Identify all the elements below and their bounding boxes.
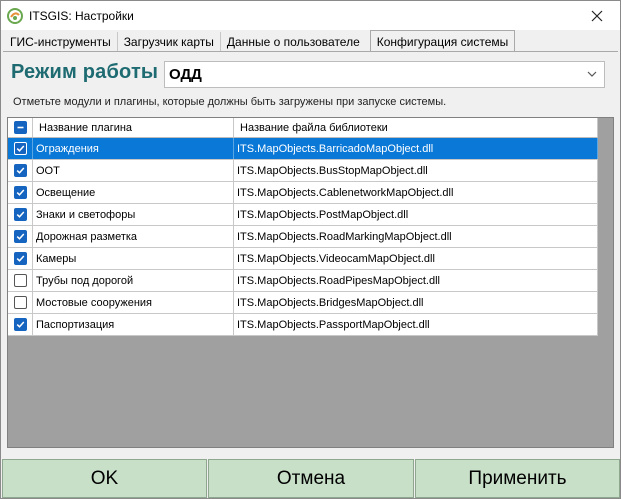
row-check-cell[interactable] (8, 226, 33, 247)
row-check-cell[interactable] (8, 314, 33, 335)
mode-value: ОДД (169, 66, 202, 83)
settings-window: ITSGIS: Настройки ГИС-инструменты Загруз… (0, 0, 621, 499)
table-row[interactable]: Мостовые сооружения ITS.MapObjects.Bridge… (8, 292, 598, 314)
library-name-cell[interactable]: ITS.MapObjects.BusStopMapObject.dll (234, 160, 598, 181)
plugin-name-cell[interactable]: Дорожная разметка (33, 226, 234, 247)
row-check-cell[interactable] (8, 248, 33, 269)
select-all-checkbox[interactable] (13, 121, 27, 134)
library-name-cell[interactable]: ITS.MapObjects.RoadPipesMapObject.dll (234, 270, 598, 291)
header-check-cell[interactable] (8, 118, 33, 137)
plugin-checkbox[interactable] (13, 318, 27, 331)
library-name-cell[interactable]: ITS.MapObjects.RoadMarkingMapObject.dll (234, 226, 598, 247)
plugins-grid: Название плагина Название файла библиоте… (7, 117, 614, 448)
checkmark-icon (16, 167, 24, 174)
table-row[interactable]: Ограждения ITS.MapObjects.BarricadoMapObj… (8, 138, 598, 160)
row-check-cell[interactable] (8, 182, 33, 203)
row-check-cell[interactable] (8, 270, 33, 291)
row-check-cell[interactable] (8, 160, 33, 181)
library-name-cell[interactable]: ITS.MapObjects.CablenetworkMapObject.dll (234, 182, 598, 203)
checkmark-icon (16, 145, 24, 152)
itsgis-logo-icon (7, 7, 23, 24)
library-name-cell[interactable]: ITS.MapObjects.BridgesMapObject.dll (234, 292, 598, 313)
cancel-button[interactable]: Отмена (208, 459, 414, 498)
plugin-checkbox[interactable] (13, 208, 27, 221)
plugin-name-cell[interactable]: ООТ (33, 160, 234, 181)
plugin-name-cell[interactable]: Знаки и светофоры (33, 204, 234, 225)
row-check-cell[interactable] (8, 204, 33, 225)
tab-system-config[interactable]: Конфигурация системы (369, 30, 516, 52)
column-header-library-name[interactable]: Название файла библиотеки (234, 118, 598, 137)
apply-button[interactable]: Применить (415, 459, 620, 498)
table-row[interactable]: ООТ ITS.MapObjects.BusStopMapObject.dll (8, 160, 598, 182)
hint-text: Отметьте модули и плагины, которые должн… (13, 96, 447, 108)
table-row[interactable]: Дорожная разметка ITS.MapObjects.RoadMark… (8, 226, 598, 248)
plugins-grid-body: Название плагина Название файла библиоте… (8, 118, 598, 336)
table-row[interactable]: Паспортизация ITS.MapObjects.PassportMapO… (8, 314, 598, 336)
grid-header-row: Название плагина Название файла библиоте… (8, 118, 598, 138)
plugin-name-cell[interactable]: Камеры (33, 248, 234, 269)
checkbox-mixed-icon (17, 126, 23, 129)
checkmark-icon (16, 321, 24, 328)
tab-map-loader[interactable]: Загрузчик карты (118, 32, 221, 52)
library-name-cell[interactable]: ITS.MapObjects.PostMapObject.dll (234, 204, 598, 225)
plugin-checkbox[interactable] (13, 274, 27, 287)
close-button[interactable] (574, 1, 620, 30)
plugin-checkbox[interactable] (13, 230, 27, 243)
plugin-checkbox[interactable] (13, 186, 27, 199)
row-check-cell[interactable] (8, 292, 33, 313)
chevron-down-icon (587, 71, 597, 77)
plugin-name-cell[interactable]: Ограждения (33, 138, 234, 159)
column-header-plugin-name[interactable]: Название плагина (33, 118, 234, 137)
table-row[interactable]: Трубы под дорогой ITS.MapObjects.RoadPipe… (8, 270, 598, 292)
close-icon (591, 10, 603, 21)
window-title: ITSGIS: Настройки (29, 8, 134, 23)
mode-select[interactable]: ОДД (164, 61, 605, 88)
plugin-name-cell[interactable]: Паспортизация (33, 314, 234, 335)
ok-button[interactable]: OK (2, 459, 207, 498)
tab-gis-tools[interactable]: ГИС-инструменты (4, 32, 118, 52)
plugin-checkbox[interactable] (13, 252, 27, 265)
checkmark-icon (16, 233, 24, 240)
tab-user-data[interactable]: Данные о пользователе (221, 32, 366, 52)
table-row[interactable]: Камеры ITS.MapObjects.VideocamMapObject.d… (8, 248, 598, 270)
plugin-name-cell[interactable]: Освещение (33, 182, 234, 203)
library-name-cell[interactable]: ITS.MapObjects.BarricadoMapObject.dll (234, 138, 598, 159)
table-row[interactable]: Знаки и светофоры ITS.MapObjects.PostMapO… (8, 204, 598, 226)
library-name-cell[interactable]: ITS.MapObjects.VideocamMapObject.dll (234, 248, 598, 269)
title-bar: ITSGIS: Настройки (1, 1, 620, 30)
plugin-checkbox[interactable] (13, 296, 27, 309)
checkmark-icon (16, 189, 24, 196)
plugin-name-cell[interactable]: Трубы под дорогой (33, 270, 234, 291)
plugin-checkbox[interactable] (13, 164, 27, 177)
tab-strip: ГИС-инструменты Загрузчик карты Данные о… (4, 30, 516, 52)
library-name-cell[interactable]: ITS.MapObjects.PassportMapObject.dll (234, 314, 598, 335)
mode-label: Режим работы (11, 61, 159, 83)
plugin-name-cell[interactable]: Мостовые сооружения (33, 292, 234, 313)
plugin-checkbox[interactable] (13, 142, 27, 155)
row-check-cell[interactable] (8, 138, 33, 159)
checkmark-icon (16, 255, 24, 262)
table-row[interactable]: Освещение ITS.MapObjects.CablenetworkMapO… (8, 182, 598, 204)
checkmark-icon (16, 211, 24, 218)
